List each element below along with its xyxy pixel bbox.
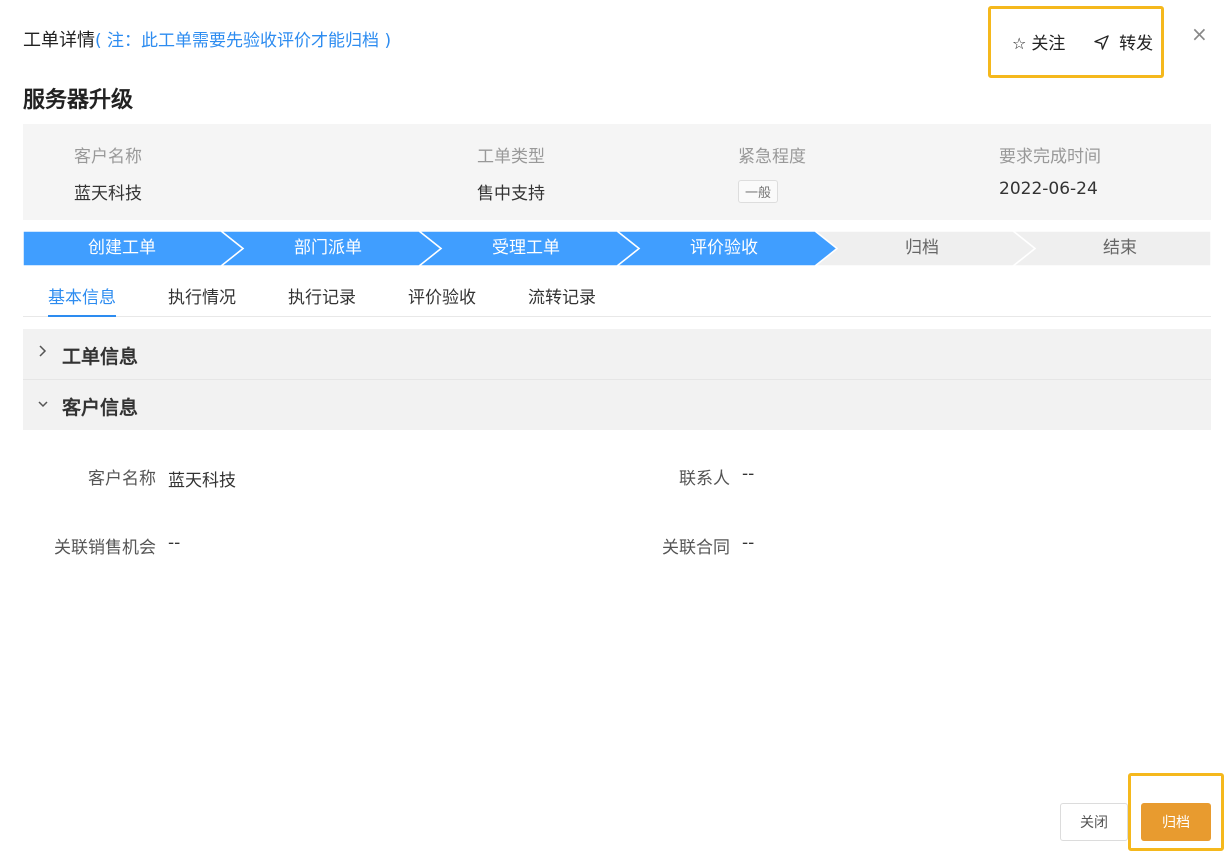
step-label: 结束 <box>1103 238 1137 258</box>
field-value-customer: 蓝天科技 <box>168 471 236 491</box>
field-value-contract: -- <box>742 533 755 553</box>
header-actions-highlight: ☆ 关注 转发 <box>988 6 1164 78</box>
field-label-contract: 关联合同 <box>662 538 730 558</box>
chevron-down-icon <box>37 395 49 414</box>
progress-steps: 创建工单 部门派单 受理工单 评价验收 归档 结束 <box>23 231 1211 266</box>
step-label: 归档 <box>905 238 939 258</box>
summary-due-date: 要求完成时间 2022-06-24 <box>999 142 1101 199</box>
close-icon[interactable]: × <box>1191 22 1208 46</box>
follow-button[interactable]: ☆ 关注 <box>1012 29 1065 54</box>
field-value-opportunity: -- <box>168 533 181 553</box>
step-label: 创建工单 <box>88 238 156 258</box>
summary-urgency: 紧急程度 一般 <box>738 142 806 203</box>
tab-bar: 基本信息 执行情况 执行记录 评价验收 流转记录 <box>23 283 1211 317</box>
section-title: 客户信息 <box>62 397 139 419</box>
forward-label: 转发 <box>1119 34 1154 54</box>
archive-button[interactable]: 归档 <box>1141 803 1211 841</box>
follow-label: 关注 <box>1031 34 1066 54</box>
summary-value: 2022-06-24 <box>999 179 1098 199</box>
field-label-customer: 客户名称 <box>88 469 156 489</box>
summary-label: 工单类型 <box>477 147 545 167</box>
section-title: 工单信息 <box>62 346 139 368</box>
steps-graphic <box>23 231 1211 266</box>
close-button[interactable]: 关闭 <box>1060 803 1128 841</box>
step-label: 评价验收 <box>690 238 758 258</box>
summary-type: 工单类型 售中支持 <box>477 142 545 204</box>
star-icon: ☆ <box>1012 34 1027 53</box>
tab-basic-info[interactable]: 基本信息 <box>48 283 116 317</box>
dialog-title: 工单详情( 注：此工单需要先验收评价才能归档 ) <box>23 26 391 52</box>
summary-label: 要求完成时间 <box>999 147 1101 167</box>
field-label-opportunity: 关联销售机会 <box>54 538 156 558</box>
chevron-right-icon <box>37 343 47 362</box>
tab-execution-records[interactable]: 执行记录 <box>288 283 356 315</box>
summary-label: 紧急程度 <box>738 147 806 167</box>
tab-transfer-records[interactable]: 流转记录 <box>528 283 596 315</box>
field-label-contact: 联系人 <box>679 469 730 489</box>
archive-note: ( 注：此工单需要先验收评价才能归档 ) <box>95 31 392 51</box>
dialog-title-text: 工单详情 <box>23 30 95 51</box>
field-value-contact: -- <box>742 464 755 484</box>
step-label: 部门派单 <box>294 238 362 258</box>
tab-evaluation[interactable]: 评价验收 <box>408 283 476 315</box>
step-label: 受理工单 <box>492 238 560 258</box>
summary-label: 客户名称 <box>74 147 142 167</box>
urgency-badge: 一般 <box>738 180 779 203</box>
send-icon <box>1094 34 1114 53</box>
summary-value: 售中支持 <box>477 184 545 204</box>
tab-execution-status[interactable]: 执行情况 <box>168 283 236 315</box>
summary-customer: 客户名称 蓝天科技 <box>74 142 142 204</box>
forward-button[interactable]: 转发 <box>1094 29 1153 54</box>
section-customer-info[interactable]: 客户信息 <box>23 380 1211 430</box>
ticket-subject: 服务器升级 <box>23 88 134 113</box>
summary-panel: 客户名称 蓝天科技 工单类型 售中支持 紧急程度 一般 要求完成时间 2022-… <box>23 124 1211 220</box>
section-ticket-info[interactable]: 工单信息 <box>23 329 1211 379</box>
summary-value: 蓝天科技 <box>74 184 142 204</box>
